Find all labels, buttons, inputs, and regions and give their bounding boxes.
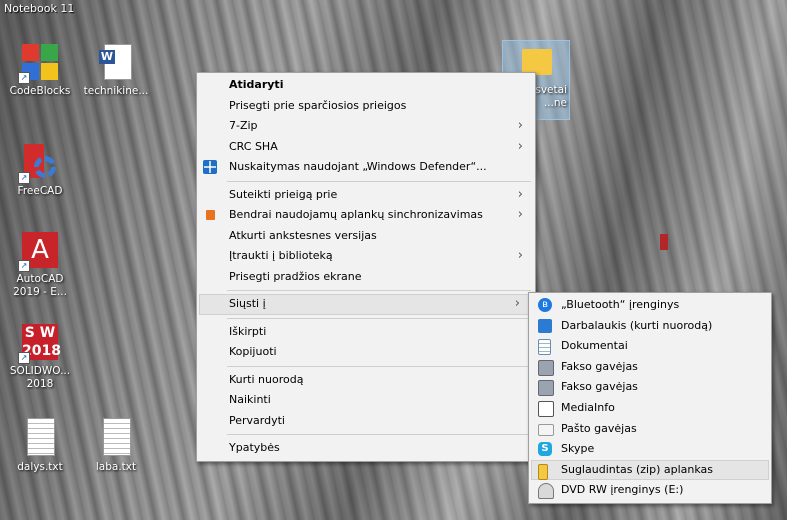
chevron-right-icon: › [517, 207, 523, 222]
menu-item-shared-folder-sync[interactable]: Bendrai naudojamų aplankų sinchronizavim… [197, 205, 535, 226]
send-to-mail[interactable]: Pašto gavėjas [529, 419, 771, 440]
send-to-documents[interactable]: Dokumentai [529, 336, 771, 357]
mail-icon [538, 423, 554, 436]
climber-figure [660, 234, 668, 250]
word-document-icon: W [96, 42, 136, 82]
send-to-dvd-drive[interactable]: DVD RW įrenginys (E:) [529, 480, 771, 501]
menu-item-restore-previous[interactable]: Atkurti ankstesnes versijas [197, 226, 535, 247]
icon-label: AutoCAD 2019 - E... [13, 273, 67, 298]
send-to-bluetooth[interactable]: ʙ „Bluetooth“ įrenginys [529, 295, 771, 316]
desktop-icon-dalys[interactable]: dalys.txt [2, 418, 78, 474]
autocad-icon: A ↗ [18, 230, 60, 272]
desktop-icon-laba[interactable]: laba.txt [78, 418, 154, 474]
zip-folder-icon [538, 463, 548, 480]
desktop-icon-solidworks[interactable]: S W 2018 ↗ SOLIDWO... 2018 [2, 322, 78, 391]
menu-item-copy[interactable]: Kopijuoti [197, 342, 535, 363]
desktop-title: Notebook 11 [4, 2, 75, 15]
chevron-right-icon: › [517, 118, 523, 133]
menu-item-pin-quick-access[interactable]: Prisegti prie sparčiosios prieigos [197, 96, 535, 117]
mediainfo-icon [538, 400, 554, 417]
dvd-drive-icon [538, 483, 554, 500]
bluetooth-icon: ʙ [538, 298, 552, 312]
icon-label: CodeBlocks [9, 85, 71, 97]
fax-icon [538, 359, 554, 376]
send-to-fax-1[interactable]: Fakso gavėjas [529, 357, 771, 378]
menu-item-delete[interactable]: Naikinti [197, 390, 535, 411]
send-to-submenu: ʙ „Bluetooth“ įrenginys Darbalaukis (kur… [528, 292, 772, 504]
windows-defender-icon [203, 160, 217, 174]
desktop-icon [538, 318, 552, 333]
desktop-icon-technikine[interactable]: W technikine... [78, 42, 154, 98]
menu-separator [227, 180, 531, 182]
send-to-fax-2[interactable]: Fakso gavėjas [529, 377, 771, 398]
skype-icon: S [538, 442, 552, 457]
solidworks-icon: S W 2018 ↗ [18, 322, 61, 364]
icon-label: SOLIDWO... 2018 [9, 365, 71, 390]
menu-item-include-library[interactable]: Įtraukti į biblioteką › [197, 246, 535, 267]
menu-separator [227, 317, 531, 319]
icon-label: FreeCAD [17, 185, 63, 197]
menu-item-properties[interactable]: Ypatybės [197, 438, 535, 459]
send-to-zip-folder[interactable]: Suglaudintas (zip) aplankas [531, 459, 769, 481]
chevron-right-icon: › [517, 248, 523, 263]
menu-item-give-access[interactable]: Suteikti prieigą prie › [197, 185, 535, 206]
send-to-mediainfo[interactable]: MediaInfo [529, 398, 771, 419]
menu-separator [227, 365, 531, 367]
menu-item-crc-sha[interactable]: CRC SHA › [197, 137, 535, 158]
icon-label: dalys.txt [17, 461, 63, 473]
icon-label: laba.txt [95, 461, 137, 473]
menu-item-send-to[interactable]: Siųsti į › [199, 294, 533, 315]
text-file-icon [20, 418, 60, 458]
documents-icon [538, 339, 551, 356]
menu-item-7zip[interactable]: 7-Zip › [197, 116, 535, 137]
desktop-icon-codeblocks[interactable]: ↗ CodeBlocks [2, 42, 78, 98]
menu-item-open[interactable]: Atidaryti [197, 75, 535, 96]
desktop-icon-autocad[interactable]: A ↗ AutoCAD 2019 - E... [2, 230, 78, 299]
send-to-skype[interactable]: S Skype [529, 439, 771, 460]
desktop-icon-freecad[interactable]: ↗ FreeCAD [2, 142, 78, 198]
codeblocks-icon: ↗ [18, 42, 60, 84]
menu-item-rename[interactable]: Pervardyti [197, 411, 535, 432]
chevron-right-icon: › [514, 296, 520, 311]
sync-icon [206, 210, 215, 220]
menu-item-windows-defender[interactable]: Nuskaitymas naudojant „Windows Defender“… [197, 157, 535, 178]
chevron-right-icon: › [517, 138, 523, 154]
context-menu: Atidaryti Prisegti prie sparčiosios prie… [196, 72, 536, 462]
menu-item-pin-start[interactable]: Prisegti pradžios ekrane [197, 267, 535, 288]
menu-item-create-shortcut[interactable]: Kurti nuorodą [197, 370, 535, 391]
menu-separator [227, 290, 531, 291]
icon-label: technikine... [83, 85, 149, 97]
freecad-icon: ↗ [18, 142, 60, 184]
fax-icon [538, 380, 554, 397]
menu-item-cut[interactable]: Iškirpti [197, 322, 535, 343]
send-to-desktop[interactable]: Darbalaukis (kurti nuorodą) [529, 316, 771, 337]
menu-separator [227, 434, 531, 435]
text-file-icon [96, 418, 136, 458]
chevron-right-icon: › [517, 186, 523, 202]
